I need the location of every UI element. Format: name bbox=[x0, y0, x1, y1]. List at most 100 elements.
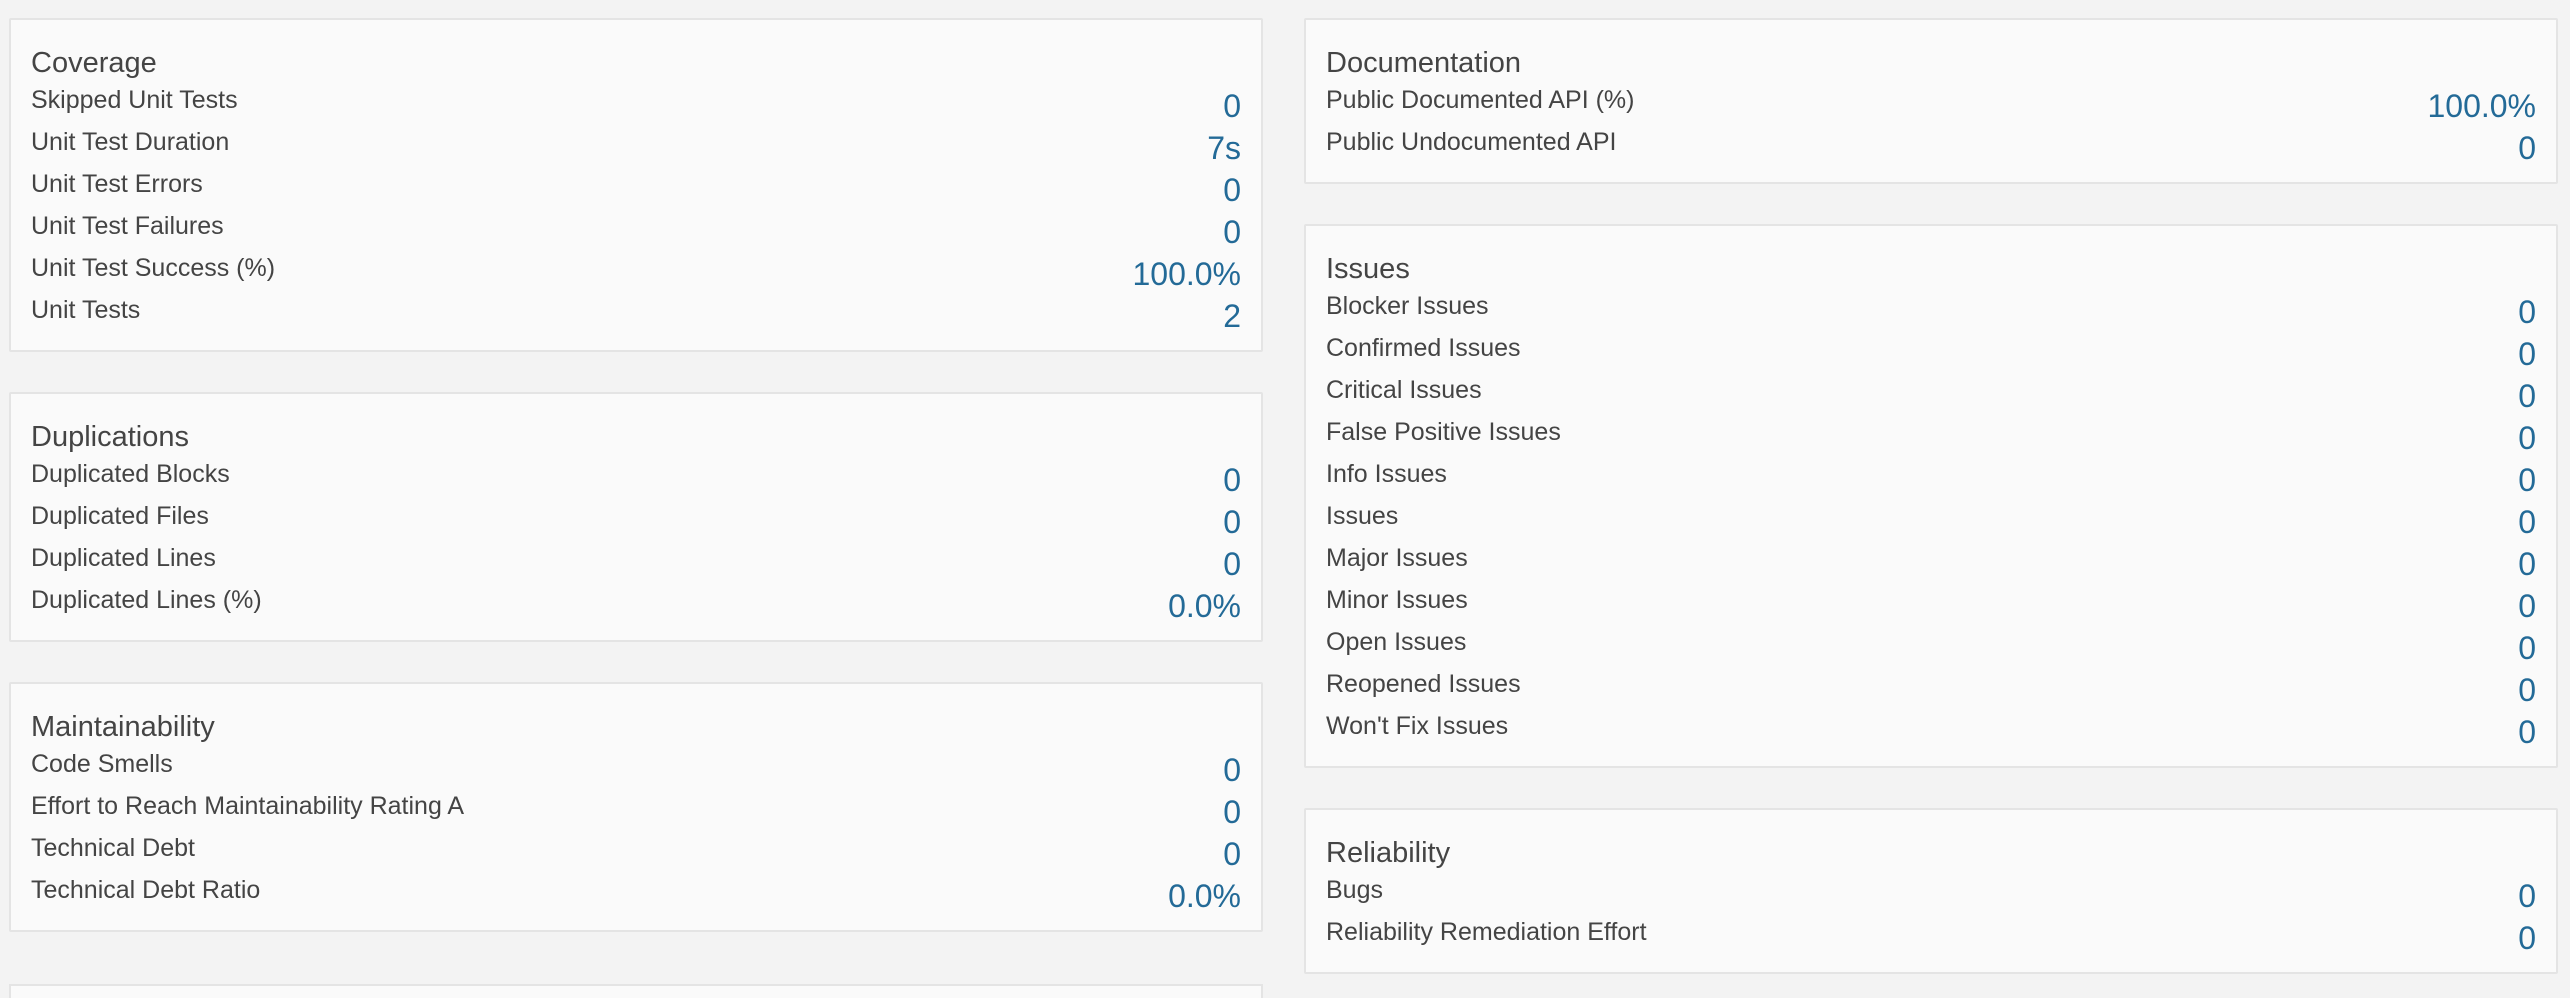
metric-value-critical-issues[interactable]: 0 bbox=[2518, 378, 2536, 414]
metric-row-info-issues: Info Issues 0 bbox=[1326, 456, 2536, 498]
metric-list: Skipped Unit Tests 0 Unit Test Duration … bbox=[31, 82, 1241, 334]
metric-value-reliability-remediation-effort[interactable]: 0 bbox=[2518, 920, 2536, 956]
metric-value-duplicated-files[interactable]: 0 bbox=[1223, 504, 1241, 540]
metric-label: Unit Test Success (%) bbox=[31, 254, 276, 282]
metric-value-public-documented-api[interactable]: 100.0% bbox=[2427, 88, 2536, 124]
metric-value-unit-test-success[interactable]: 100.0% bbox=[1132, 256, 1241, 292]
metric-list: Code Smells 0 Effort to Reach Maintainab… bbox=[31, 746, 1241, 914]
duplications-card: Duplications Duplicated Blocks 0 Duplica… bbox=[9, 392, 1263, 642]
metric-label: Unit Tests bbox=[31, 296, 141, 324]
metric-row-bugs: Bugs 0 bbox=[1326, 872, 2536, 914]
metric-value-duplicated-lines[interactable]: 0 bbox=[1223, 546, 1241, 582]
metric-value-effort-to-reach-maintainability-rating-a[interactable]: 0 bbox=[1223, 794, 1241, 830]
metric-row-unit-test-errors: Unit Test Errors 0 bbox=[31, 166, 1241, 208]
metric-label: Duplicated Blocks bbox=[31, 460, 230, 488]
metric-label: Technical Debt bbox=[31, 834, 195, 862]
metric-value-issues[interactable]: 0 bbox=[2518, 504, 2536, 540]
coverage-title: Coverage bbox=[31, 47, 157, 79]
metric-value-unit-tests[interactable]: 2 bbox=[1223, 298, 1241, 334]
metric-row-technical-debt: Technical Debt 0 bbox=[31, 830, 1241, 872]
metric-label: Technical Debt Ratio bbox=[31, 876, 261, 904]
metric-value-minor-issues[interactable]: 0 bbox=[2518, 588, 2536, 624]
metric-value-unit-test-errors[interactable]: 0 bbox=[1223, 172, 1241, 208]
metric-value-blocker-issues[interactable]: 0 bbox=[2518, 294, 2536, 330]
metric-label: Unit Test Duration bbox=[31, 128, 230, 156]
next-domain-card-partial bbox=[9, 984, 1263, 998]
metric-label: Duplicated Lines bbox=[31, 544, 216, 572]
metric-row-open-issues: Open Issues 0 bbox=[1326, 624, 2536, 666]
duplications-title: Duplications bbox=[31, 421, 189, 453]
metric-row-skipped-unit-tests: Skipped Unit Tests 0 bbox=[31, 82, 1241, 124]
metric-value-skipped-unit-tests[interactable]: 0 bbox=[1223, 88, 1241, 124]
metric-value-technical-debt[interactable]: 0 bbox=[1223, 836, 1241, 872]
metric-row-code-smells: Code Smells 0 bbox=[31, 746, 1241, 788]
metric-value-open-issues[interactable]: 0 bbox=[2518, 630, 2536, 666]
metric-label: Open Issues bbox=[1326, 628, 1467, 656]
metric-label: Skipped Unit Tests bbox=[31, 86, 238, 114]
metric-list: Bugs 0 Reliability Remediation Effort 0 bbox=[1326, 872, 2536, 956]
metric-row-reopened-issues: Reopened Issues 0 bbox=[1326, 666, 2536, 708]
left-column: Coverage Skipped Unit Tests 0 Unit Test … bbox=[9, 18, 1263, 972]
metric-list: Duplicated Blocks 0 Duplicated Files 0 D… bbox=[31, 456, 1241, 624]
metric-list: Blocker Issues 0 Confirmed Issues 0 Crit… bbox=[1326, 288, 2536, 750]
metric-row-unit-tests: Unit Tests 2 bbox=[31, 292, 1241, 334]
metric-label: Won't Fix Issues bbox=[1326, 712, 1509, 740]
metric-row-duplicated-blocks: Duplicated Blocks 0 bbox=[31, 456, 1241, 498]
metric-label: Code Smells bbox=[31, 750, 173, 778]
maintainability-card: Maintainability Code Smells 0 Effort to … bbox=[9, 682, 1263, 932]
metric-value-technical-debt-ratio[interactable]: 0.0% bbox=[1168, 878, 1241, 914]
metric-row-confirmed-issues: Confirmed Issues 0 bbox=[1326, 330, 2536, 372]
metric-row-blocker-issues: Blocker Issues 0 bbox=[1326, 288, 2536, 330]
metric-value-code-smells[interactable]: 0 bbox=[1223, 752, 1241, 788]
right-column: Documentation Public Documented API (%) … bbox=[1304, 18, 2558, 998]
metric-value-unit-test-duration[interactable]: 7s bbox=[1207, 130, 1241, 166]
metric-value-unit-test-failures[interactable]: 0 bbox=[1223, 214, 1241, 250]
metric-value-confirmed-issues[interactable]: 0 bbox=[2518, 336, 2536, 372]
metric-label: Issues bbox=[1326, 502, 1399, 530]
documentation-card: Documentation Public Documented API (%) … bbox=[1304, 18, 2558, 184]
metric-list: Public Documented API (%) 100.0% Public … bbox=[1326, 82, 2536, 166]
metric-label: Reliability Remediation Effort bbox=[1326, 918, 1647, 946]
metric-value-false-positive-issues[interactable]: 0 bbox=[2518, 420, 2536, 456]
metric-label: Duplicated Files bbox=[31, 502, 209, 530]
metric-value-won-t-fix-issues[interactable]: 0 bbox=[2518, 714, 2536, 750]
metric-value-duplicated-lines[interactable]: 0.0% bbox=[1168, 588, 1241, 624]
metric-row-effort-to-reach-maintainability-rating-a: Effort to Reach Maintainability Rating A… bbox=[31, 788, 1241, 830]
metric-row-unit-test-duration: Unit Test Duration 7s bbox=[31, 124, 1241, 166]
metric-row-technical-debt-ratio: Technical Debt Ratio 0.0% bbox=[31, 872, 1241, 914]
metric-label: False Positive Issues bbox=[1326, 418, 1561, 446]
metric-value-info-issues[interactable]: 0 bbox=[2518, 462, 2536, 498]
reliability-title: Reliability bbox=[1326, 837, 1451, 869]
metric-label: Public Documented API (%) bbox=[1326, 86, 1635, 114]
issues-card: Issues Blocker Issues 0 Confirmed Issues… bbox=[1304, 224, 2558, 768]
metric-label: Reopened Issues bbox=[1326, 670, 1521, 698]
metric-row-duplicated-files: Duplicated Files 0 bbox=[31, 498, 1241, 540]
coverage-card: Coverage Skipped Unit Tests 0 Unit Test … bbox=[9, 18, 1263, 352]
maintainability-title: Maintainability bbox=[31, 711, 215, 743]
metric-row-public-undocumented-api: Public Undocumented API 0 bbox=[1326, 124, 2536, 166]
metric-label: Major Issues bbox=[1326, 544, 1468, 572]
metric-label: Effort to Reach Maintainability Rating A bbox=[31, 792, 465, 820]
issues-title: Issues bbox=[1326, 253, 1410, 285]
metric-value-public-undocumented-api[interactable]: 0 bbox=[2518, 130, 2536, 166]
metric-value-duplicated-blocks[interactable]: 0 bbox=[1223, 462, 1241, 498]
metric-label: Blocker Issues bbox=[1326, 292, 1489, 320]
metric-row-major-issues: Major Issues 0 bbox=[1326, 540, 2536, 582]
metric-row-minor-issues: Minor Issues 0 bbox=[1326, 582, 2536, 624]
metric-label: Duplicated Lines (%) bbox=[31, 586, 262, 614]
metric-row-reliability-remediation-effort: Reliability Remediation Effort 0 bbox=[1326, 914, 2536, 956]
metric-row-unit-test-failures: Unit Test Failures 0 bbox=[31, 208, 1241, 250]
metric-row-won-t-fix-issues: Won't Fix Issues 0 bbox=[1326, 708, 2536, 750]
metric-row-issues: Issues 0 bbox=[1326, 498, 2536, 540]
metric-label: Unit Test Failures bbox=[31, 212, 224, 240]
measures-page: Coverage Skipped Unit Tests 0 Unit Test … bbox=[0, 0, 2570, 998]
metric-label: Bugs bbox=[1326, 876, 1383, 904]
reliability-card: Reliability Bugs 0 Reliability Remediati… bbox=[1304, 808, 2558, 974]
metric-label: Critical Issues bbox=[1326, 376, 1482, 404]
metric-row-duplicated-lines: Duplicated Lines (%) 0.0% bbox=[31, 582, 1241, 624]
metric-value-major-issues[interactable]: 0 bbox=[2518, 546, 2536, 582]
metric-value-reopened-issues[interactable]: 0 bbox=[2518, 672, 2536, 708]
metric-value-bugs[interactable]: 0 bbox=[2518, 878, 2536, 914]
documentation-title: Documentation bbox=[1326, 47, 1522, 79]
metric-label: Public Undocumented API bbox=[1326, 128, 1617, 156]
